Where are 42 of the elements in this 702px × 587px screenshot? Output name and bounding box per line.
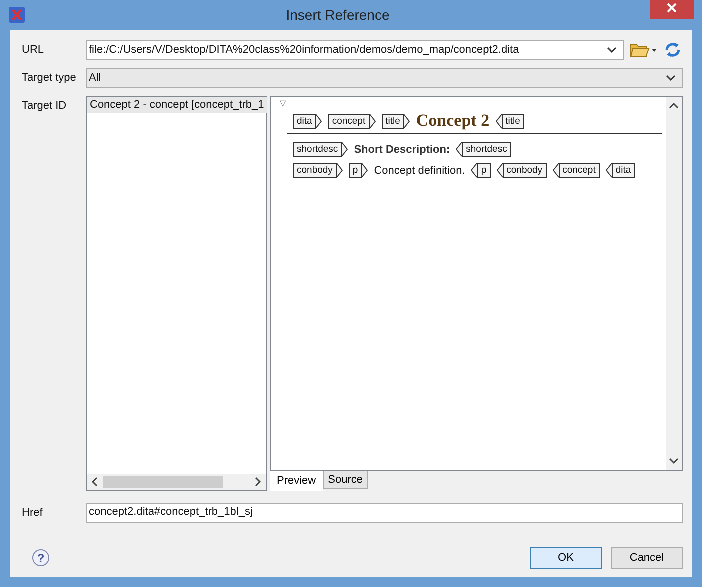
chevron-right-icon xyxy=(342,142,348,157)
chevron-left-icon xyxy=(606,163,612,178)
scroll-left-icon[interactable] xyxy=(91,477,99,487)
chevron-right-icon xyxy=(316,114,322,128)
chevron-right-icon xyxy=(336,163,343,178)
dropdown-icon xyxy=(666,75,676,81)
preview-text: Short Description: xyxy=(354,144,450,156)
chevron-left-icon xyxy=(456,142,462,157)
refresh-icon[interactable] xyxy=(664,41,682,59)
dialog-button[interactable]: OK xyxy=(530,547,602,569)
scroll-right-icon[interactable] xyxy=(254,477,262,487)
dropdown-icon xyxy=(607,47,617,53)
list-item[interactable]: Concept 2 - concept [concept_trb_1 xyxy=(87,97,268,113)
chevron-right-icon xyxy=(370,114,376,128)
chevron-left-icon xyxy=(552,163,559,178)
chevron-left-icon xyxy=(496,163,503,178)
target-type-dropdown[interactable]: All xyxy=(86,68,683,88)
chevron-left-icon xyxy=(471,163,478,178)
chevron-right-icon xyxy=(362,163,368,178)
href-field[interactable]: concept2.dita#concept_trb_1bl_sj xyxy=(86,503,683,523)
app-icon xyxy=(8,6,26,24)
vertical-scrollbar[interactable] xyxy=(666,97,682,470)
chevron-left-icon xyxy=(496,114,502,128)
target-type-label: Target type xyxy=(22,72,78,84)
collapse-marker[interactable]: ▽ xyxy=(280,99,286,108)
tab[interactable]: Source xyxy=(323,471,368,489)
close-button[interactable] xyxy=(650,0,694,19)
href-label: Href xyxy=(22,507,44,519)
target-id-label: Target ID xyxy=(22,99,68,114)
horizontal-scrollbar[interactable] xyxy=(87,474,266,490)
window-title: Insert Reference xyxy=(285,7,391,23)
chevron-right-icon xyxy=(404,114,410,128)
preview-title: Concept 2 xyxy=(416,111,490,131)
preview-text: Concept definition. xyxy=(374,164,466,176)
help-icon[interactable]: ? xyxy=(32,549,50,567)
url-field[interactable]: file:/C:/Users/V/Desktop/DITA%20class%20information/demos/demo_map/concept2.dita xyxy=(86,40,624,60)
dialog-button[interactable]: Cancel xyxy=(611,547,683,569)
url-label: URL xyxy=(22,44,46,56)
scroll-down-icon[interactable] xyxy=(669,457,679,465)
scroll-up-icon[interactable] xyxy=(669,102,679,110)
tab[interactable]: Preview xyxy=(270,471,324,491)
close-icon xyxy=(666,2,678,14)
